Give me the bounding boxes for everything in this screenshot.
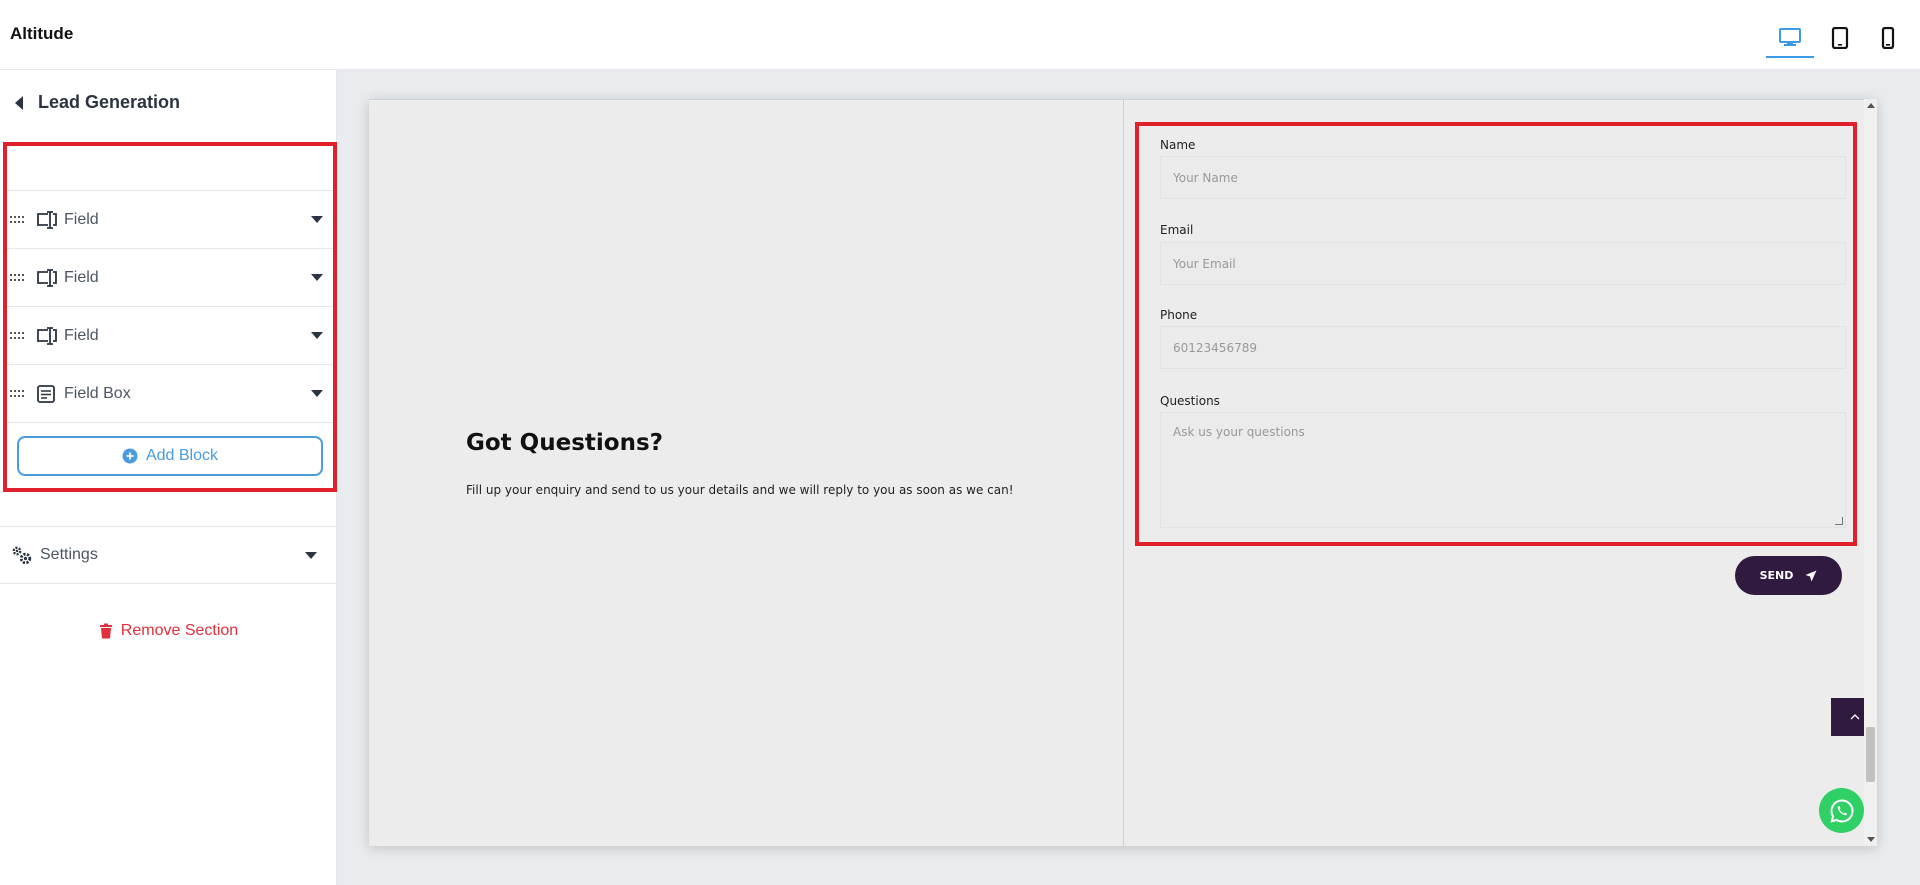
blocks-list-header bbox=[7, 146, 333, 191]
resize-grip-icon[interactable] bbox=[1835, 517, 1843, 525]
desktop-view-button[interactable] bbox=[1766, 18, 1814, 58]
scrollbar-thumb[interactable] bbox=[1866, 727, 1875, 782]
remove-section-label: Remove Section bbox=[120, 622, 239, 639]
trash-icon bbox=[99, 623, 112, 639]
add-block-label: Add Block bbox=[145, 447, 219, 464]
block-label: Field bbox=[64, 210, 99, 228]
block-item-field-1[interactable]: Field bbox=[7, 191, 333, 249]
send-button[interactable]: SEND bbox=[1735, 556, 1842, 595]
add-block-button[interactable]: Add Block bbox=[17, 436, 323, 476]
block-label: Field bbox=[64, 326, 99, 344]
block-label: Field Box bbox=[64, 384, 131, 402]
canvas-area: Got Questions? Fill up your enquiry and … bbox=[337, 70, 1920, 885]
section-subtext: Fill up your enquiry and send to us your… bbox=[466, 483, 1014, 497]
desktop-icon bbox=[1779, 28, 1801, 46]
sidebar: Lead Generation Field Field Field Field … bbox=[0, 70, 337, 885]
lead-form: Name Your Name Email Your Email Phone 60… bbox=[1135, 122, 1857, 546]
input-field-icon bbox=[36, 267, 60, 289]
section-title: Lead Generation bbox=[38, 92, 181, 112]
whatsapp-icon bbox=[1829, 798, 1853, 823]
remove-section-button[interactable]: Remove Section bbox=[0, 622, 337, 640]
block-item-field-box[interactable]: Field Box bbox=[7, 365, 333, 423]
tablet-icon bbox=[1831, 27, 1849, 49]
phone-input[interactable]: 60123456789 bbox=[1160, 326, 1846, 369]
gears-icon bbox=[12, 546, 32, 565]
block-item-field-2[interactable]: Field bbox=[7, 249, 333, 307]
email-input[interactable]: Your Email bbox=[1160, 242, 1846, 285]
chevron-down-icon[interactable] bbox=[305, 552, 317, 559]
input-field-icon bbox=[36, 209, 60, 231]
email-label: Email bbox=[1160, 223, 1194, 237]
name-label: Name bbox=[1160, 138, 1196, 152]
plus-circle-icon bbox=[122, 448, 138, 464]
input-field-icon bbox=[36, 325, 60, 347]
block-item-field-3[interactable]: Field bbox=[7, 307, 333, 365]
send-label: SEND bbox=[1759, 569, 1794, 582]
section-heading: Got Questions? bbox=[466, 430, 663, 456]
tablet-view-button[interactable] bbox=[1816, 18, 1864, 58]
back-button[interactable]: Lead Generation bbox=[14, 92, 180, 113]
name-input[interactable]: Your Name bbox=[1160, 156, 1846, 199]
settings-toggle[interactable]: Settings bbox=[0, 526, 337, 584]
drag-handle-icon[interactable] bbox=[10, 273, 26, 283]
textarea-icon bbox=[36, 383, 60, 405]
block-label: Field bbox=[64, 268, 99, 286]
drag-handle-icon[interactable] bbox=[10, 215, 26, 225]
caret-left-icon bbox=[15, 95, 23, 110]
questions-placeholder: Ask us your questions bbox=[1173, 425, 1305, 439]
top-bar: Altitude bbox=[0, 0, 1920, 70]
chevron-down-icon[interactable] bbox=[311, 274, 323, 281]
scroll-down-arrow-icon[interactable] bbox=[1867, 837, 1875, 842]
phone-label: Phone bbox=[1160, 308, 1198, 322]
chevron-down-icon[interactable] bbox=[311, 216, 323, 223]
mobile-view-button[interactable] bbox=[1864, 18, 1912, 58]
settings-label: Settings bbox=[40, 546, 98, 563]
drag-handle-icon[interactable] bbox=[10, 389, 26, 399]
whatsapp-button[interactable] bbox=[1819, 788, 1864, 833]
chevron-up-icon bbox=[1850, 714, 1860, 720]
column-divider bbox=[1123, 100, 1124, 846]
mobile-icon bbox=[1881, 27, 1895, 49]
page-preview: Got Questions? Fill up your enquiry and … bbox=[369, 99, 1877, 846]
questions-label: Questions bbox=[1160, 394, 1220, 408]
paper-plane-icon bbox=[1805, 570, 1817, 581]
blocks-list: Field Field Field Field Box Add Block bbox=[3, 142, 337, 492]
scroll-up-arrow-icon[interactable] bbox=[1867, 103, 1875, 108]
chevron-down-icon[interactable] bbox=[311, 390, 323, 397]
questions-textarea[interactable]: Ask us your questions bbox=[1160, 412, 1846, 528]
preview-scrollbar[interactable] bbox=[1864, 99, 1877, 846]
chevron-down-icon[interactable] bbox=[311, 332, 323, 339]
app-title: Altitude bbox=[10, 24, 74, 43]
drag-handle-icon[interactable] bbox=[10, 331, 26, 341]
